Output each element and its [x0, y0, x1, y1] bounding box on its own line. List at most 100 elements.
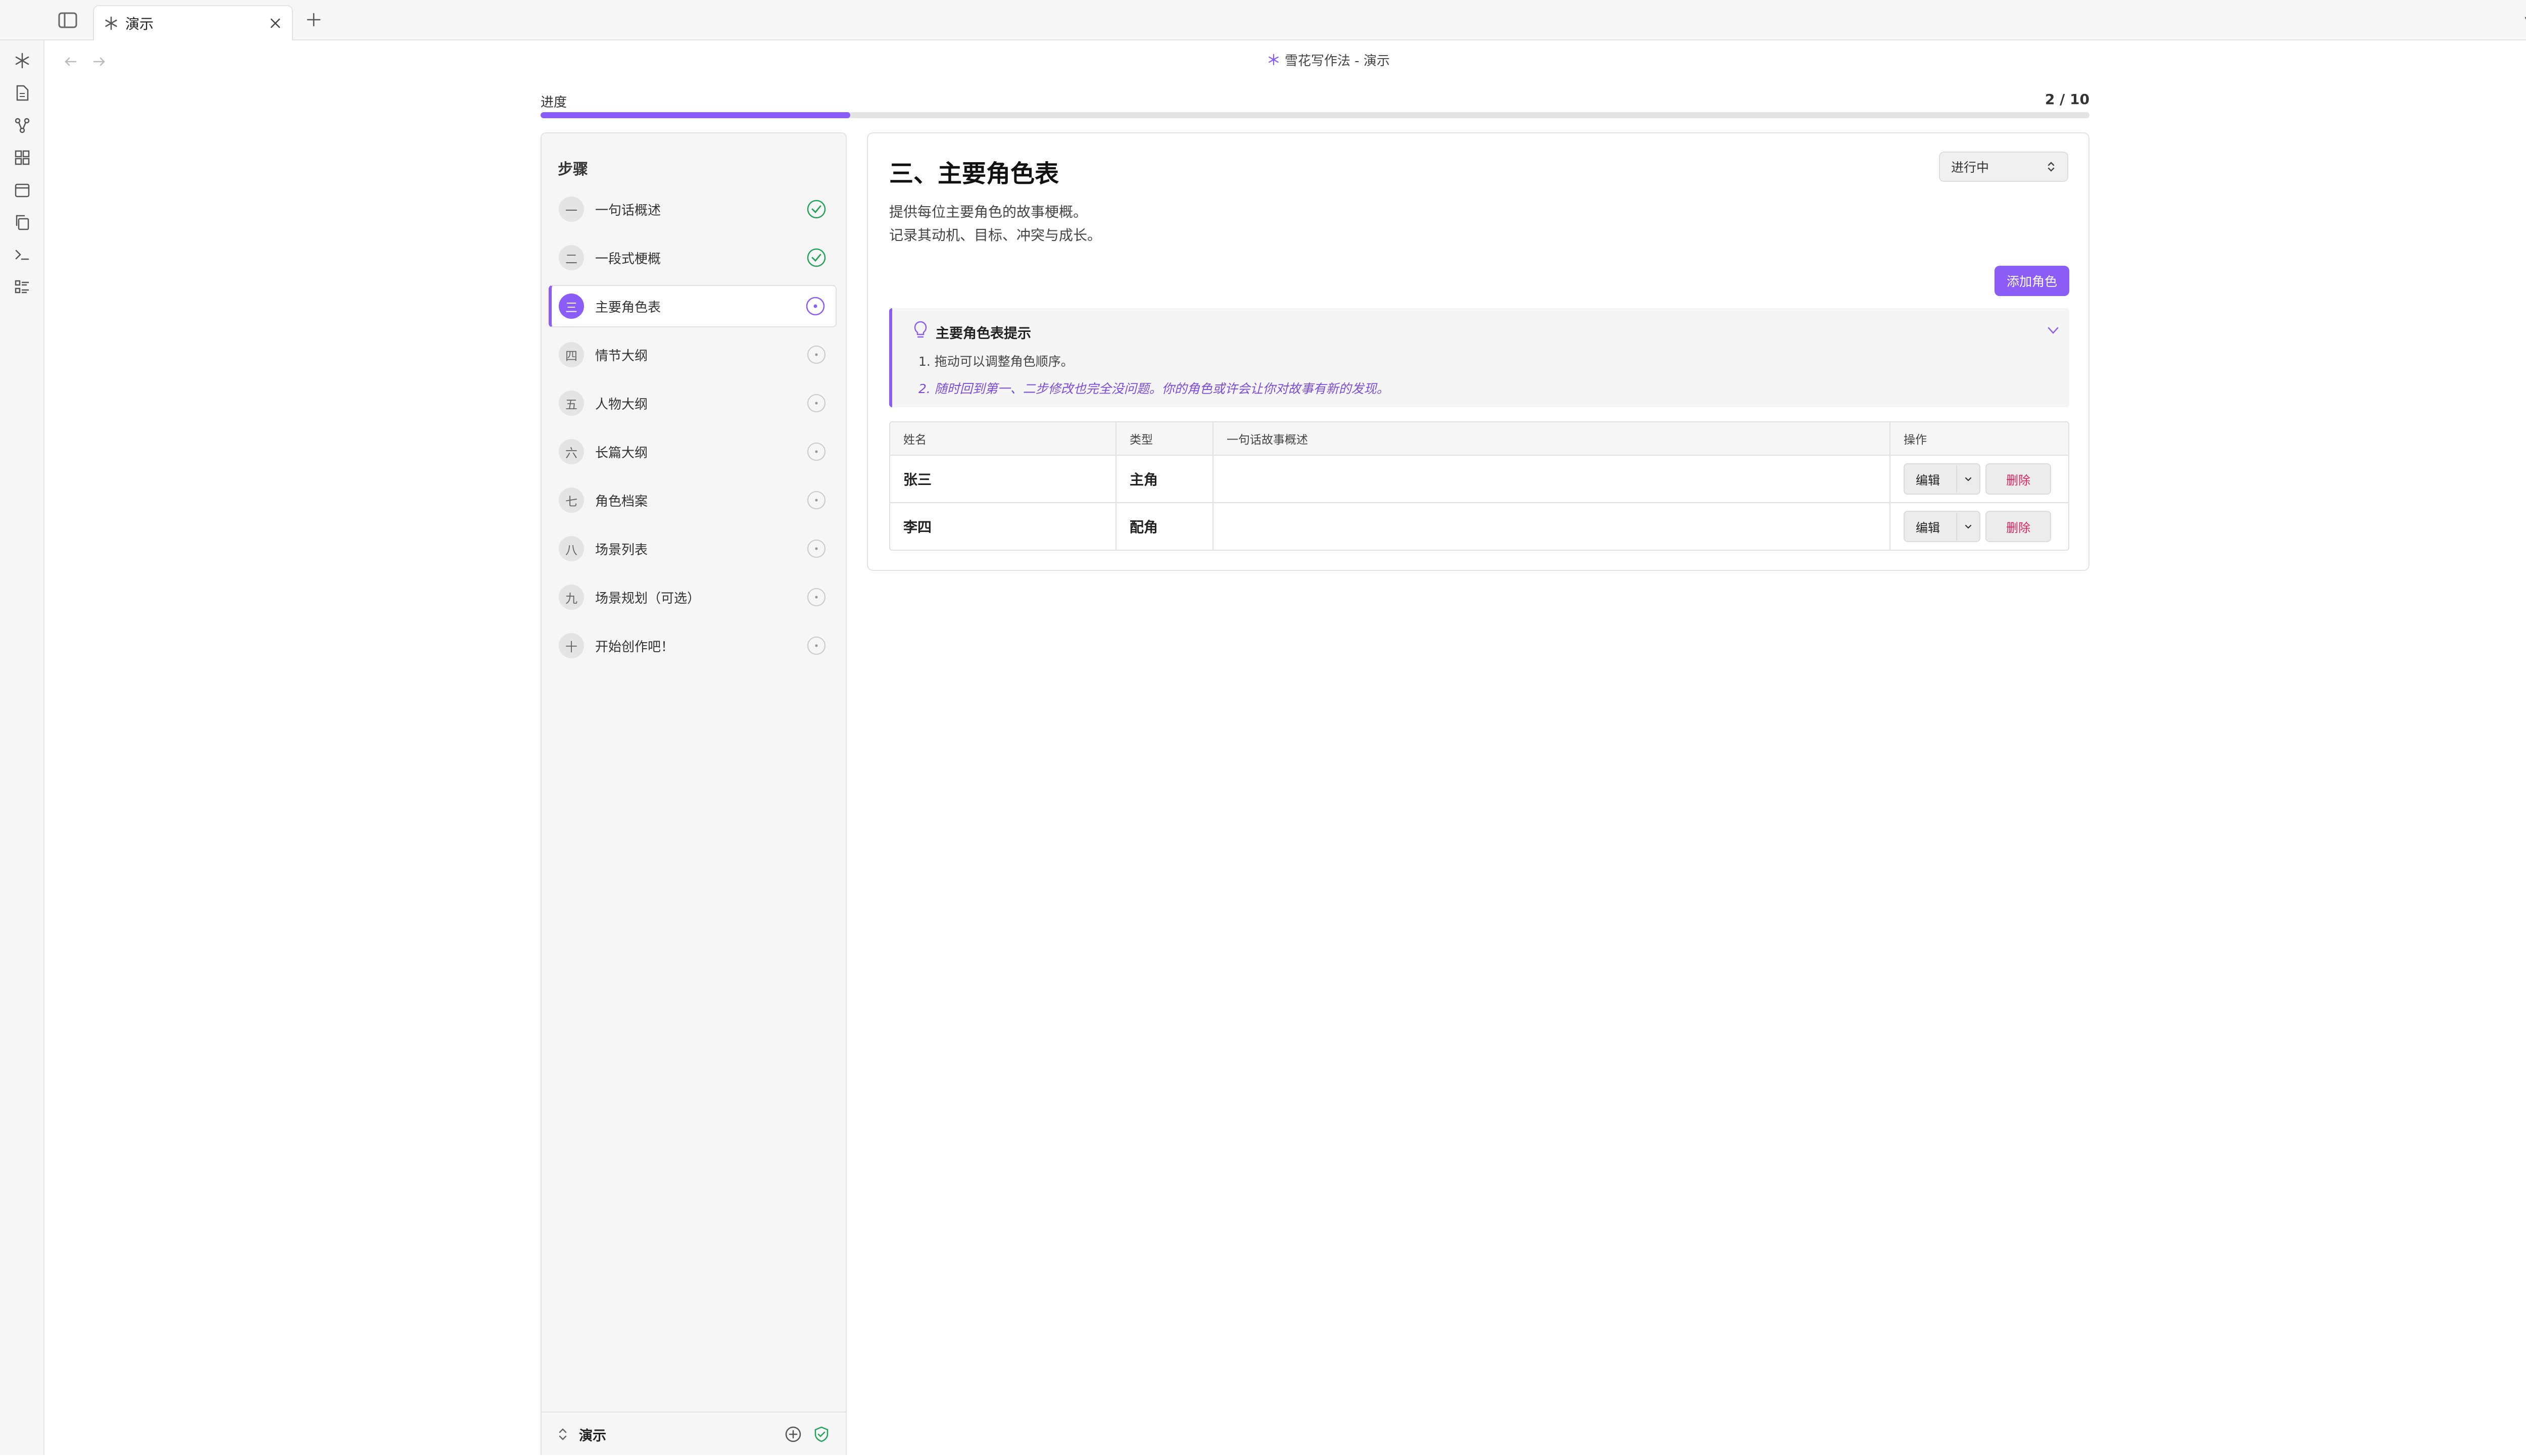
table-row[interactable]: 李四 配角 编辑 删除: [890, 503, 2068, 550]
step-label: 长篇大纲: [595, 445, 648, 461]
column-header-type: 类型: [1116, 422, 1213, 455]
step-item[interactable]: 五人物大纲: [549, 382, 837, 424]
pending-circle-icon: [805, 489, 828, 511]
chevron-down-icon[interactable]: [2044, 321, 2062, 339]
pending-circle-icon: [805, 344, 828, 366]
page-title: 三、主要角色表: [889, 160, 1059, 188]
step-item[interactable]: 十开始创作吧！: [549, 624, 837, 667]
add-circle-icon[interactable]: [784, 1425, 802, 1443]
status-select[interactable]: 进行中: [1939, 152, 2068, 182]
chevron-down-icon[interactable]: [2521, 11, 2526, 29]
add-role-button[interactable]: 添加角色: [1995, 266, 2069, 296]
expand-collapse-icon[interactable]: [557, 1426, 569, 1442]
step-number: 十: [559, 633, 584, 658]
step-label: 情节大纲: [595, 348, 648, 364]
copy-icon[interactable]: [12, 212, 32, 232]
calendar-icon[interactable]: [12, 180, 32, 200]
tab-demo[interactable]: 演示: [93, 5, 293, 40]
pending-circle-icon: [805, 441, 828, 463]
delete-button[interactable]: 删除: [1985, 511, 2051, 542]
breadcrumb: 雪花写作法 - 演示: [1212, 48, 1445, 71]
grid-icon[interactable]: [12, 148, 32, 168]
description-line: 提供每位主要角色的故事梗概。: [889, 204, 1088, 220]
step-number: 二: [559, 245, 584, 270]
shield-check-icon[interactable]: [812, 1425, 831, 1443]
step-item[interactable]: 三主要角色表: [549, 285, 837, 327]
progress-count: 2 / 10: [2045, 91, 2090, 108]
cell-summary: [1213, 456, 1890, 502]
graph-icon[interactable]: [12, 115, 32, 135]
table-header-row: 姓名 类型 一句话故事概述 操作: [890, 422, 2068, 456]
edit-button[interactable]: 编辑: [1904, 463, 1980, 495]
tip-item: 1. 拖动可以调整角色顺序。: [918, 354, 1074, 369]
tip-title: 主要角色表提示: [936, 326, 1031, 342]
close-icon[interactable]: [269, 17, 282, 30]
sidebar-toggle-icon[interactable]: [58, 11, 78, 29]
steps-title: 步骤: [558, 161, 588, 178]
edit-button[interactable]: 编辑: [1904, 511, 1980, 542]
check-circle-icon: [805, 247, 828, 269]
cell-summary: [1213, 503, 1890, 550]
cell-name: 李四: [890, 503, 1116, 550]
step-item[interactable]: 六长篇大纲: [549, 430, 837, 473]
progress-label: 进度: [541, 95, 567, 110]
snowflake-icon: [104, 16, 118, 30]
step-label: 角色档案: [595, 494, 648, 509]
step-number: 四: [559, 342, 584, 367]
delete-button[interactable]: 删除: [1985, 463, 2051, 495]
table-row[interactable]: 张三 主角 编辑 删除: [890, 456, 2068, 503]
chevron-down-icon[interactable]: [1956, 513, 1979, 540]
cell-actions: 编辑 删除: [1890, 456, 2068, 502]
main-card: 三、主要角色表 进行中 提供每位主要角色的故事梗概。 记录其动机、目标、冲突与成…: [867, 132, 2090, 571]
progress-bar-fill: [541, 112, 851, 118]
snowflake-icon[interactable]: [12, 51, 32, 71]
description-line: 记录其动机、目标、冲突与成长。: [889, 227, 1102, 244]
column-header-summary: 一句话故事概述: [1213, 422, 1890, 455]
tab-bar: 演示: [0, 0, 2526, 40]
step-item[interactable]: 七角色档案: [549, 479, 837, 521]
new-tab-icon[interactable]: [305, 11, 322, 28]
lightbulb-icon: [912, 320, 929, 339]
back-arrow-icon[interactable]: [62, 53, 80, 71]
pending-circle-icon: [805, 586, 828, 608]
cell-name: 张三: [890, 456, 1116, 502]
cell-actions: 编辑 删除: [1890, 503, 2068, 550]
tip-item: 2. 随时回到第一、二步修改也完全没问题。你的角色或许会让你对故事有新的发现。: [918, 381, 1389, 396]
list-icon[interactable]: [12, 277, 32, 297]
step-item[interactable]: 二一段式梗概: [549, 236, 837, 279]
step-label: 人物大纲: [595, 397, 648, 412]
step-label: 开始创作吧！: [595, 639, 674, 655]
terminal-icon[interactable]: [12, 245, 32, 265]
step-item[interactable]: 四情节大纲: [549, 333, 837, 376]
step-number: 六: [559, 439, 584, 464]
status-value: 进行中: [1951, 160, 1989, 175]
project-name[interactable]: 演示: [579, 1425, 784, 1444]
step-number: 七: [559, 488, 584, 513]
step-label: 场景列表: [595, 542, 648, 558]
step-number: 八: [559, 536, 584, 561]
tab-title: 演示: [125, 16, 154, 32]
step-label: 一段式梗概: [595, 251, 661, 267]
step-number: 五: [559, 391, 584, 416]
step-item[interactable]: 八场景列表: [549, 527, 837, 570]
step-item[interactable]: 一一句话概述: [549, 188, 837, 230]
roles-table: 姓名 类型 一句话故事概述 操作 张三 主角 编辑 删除 李四 配角 编辑 删除: [889, 421, 2069, 551]
step-label: 场景规划（可选）: [595, 591, 701, 606]
edit-label: 编辑: [1916, 473, 1940, 488]
sidebar-footer: 演示: [542, 1412, 846, 1456]
active-circle-icon: [804, 295, 827, 317]
pending-circle-icon: [805, 635, 828, 657]
tip-callout: 主要角色表提示 1. 拖动可以调整角色顺序。 2. 随时回到第一、二步修改也完全…: [889, 308, 2069, 407]
step-item[interactable]: 九场景规划（可选）: [549, 576, 837, 618]
left-ribbon: [0, 40, 44, 1455]
file-icon[interactable]: [12, 83, 32, 103]
pending-circle-icon: [805, 392, 828, 414]
check-circle-icon: [805, 198, 828, 220]
forward-arrow-icon[interactable]: [90, 53, 108, 71]
snowflake-icon: [1268, 54, 1280, 66]
chevron-down-icon[interactable]: [1956, 465, 1979, 493]
column-header-name: 姓名: [890, 422, 1116, 455]
steps-sidebar: 步骤 一一句话概述二一段式梗概三主要角色表四情节大纲五人物大纲六长篇大纲七角色档…: [541, 132, 847, 1455]
pending-circle-icon: [805, 538, 828, 560]
progress-bar: [541, 112, 2090, 118]
